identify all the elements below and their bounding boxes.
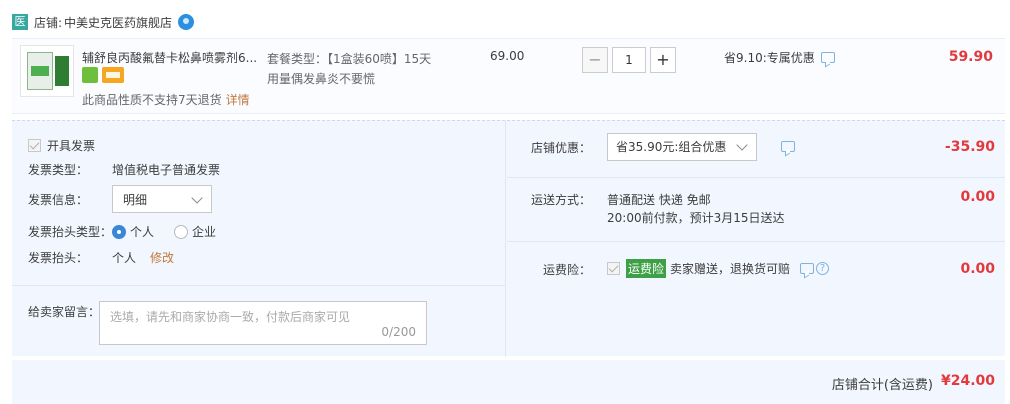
- invoice-type-label: 发票类型：: [28, 163, 89, 177]
- sku-line-2: 用量偶发鼻炎不要慌: [267, 72, 376, 86]
- chevron-down-icon: [191, 192, 203, 204]
- sku-info: 套餐类型：【1盒装60喷】15天 用量偶发鼻炎不要慌: [267, 49, 431, 89]
- divider: [507, 241, 1005, 242]
- invoice-checkbox-row[interactable]: 开具发票: [28, 137, 95, 154]
- invoice-info-row: 发票信息： 明细: [28, 185, 212, 213]
- invoice-header-type-row: 发票抬头类型： 个人 企业: [28, 223, 236, 240]
- invoice-panel: 开具发票 发票类型： 增值税电子普通发票 发票信息： 明细 发票抬头类型： 个人…: [12, 121, 505, 357]
- invoice-header-type-label: 发票抬头类型：: [28, 225, 113, 239]
- memo-label: 给卖家留言：: [28, 305, 101, 319]
- store-total-bar: 店铺合计(含运费) ¥24.00: [12, 360, 1005, 404]
- insurance-label: 运费险：: [543, 263, 592, 277]
- invoice-checkbox[interactable]: [28, 139, 41, 152]
- sku-line-1: 套餐类型：【1盒装60喷】15天: [267, 52, 432, 66]
- return-policy-note: 此商品性质不支持7天退货 详情: [82, 91, 250, 108]
- comment-icon[interactable]: [781, 141, 795, 152]
- item-saving: 省9.10:专属优惠: [724, 49, 835, 66]
- quantity-stepper: − 1 +: [582, 47, 676, 73]
- invoice-edit-link[interactable]: 修改: [150, 249, 174, 266]
- return-policy-details-link[interactable]: 详情: [226, 93, 250, 107]
- invoice-header-value: 个人: [112, 251, 137, 265]
- radio-company[interactable]: 企业: [174, 223, 216, 240]
- chat-icon[interactable]: [178, 14, 195, 30]
- return-policy-text: 此商品性质不支持7天退货: [82, 93, 222, 107]
- radio-dot-icon[interactable]: [112, 224, 126, 239]
- help-icon[interactable]: ?: [816, 262, 830, 275]
- invoice-header-label: 发票抬头：: [28, 251, 89, 265]
- divider: [507, 177, 1005, 178]
- store-label: 店铺:: [34, 15, 63, 30]
- service-badge-icon[interactable]: [82, 67, 98, 83]
- invoice-info-select[interactable]: 明细: [112, 185, 212, 213]
- store-discount-amount: -35.90: [944, 139, 995, 155]
- order-options-panel: 开具发票 发票类型： 增值税电子普通发票 发票信息： 明细 发票抬头类型： 个人…: [12, 120, 1005, 357]
- product-badges: [82, 67, 124, 83]
- comment-icon[interactable]: [820, 52, 835, 63]
- memo-char-count: 0/200: [381, 325, 416, 339]
- invoice-info-label: 发票信息：: [28, 192, 89, 207]
- card-badge-icon[interactable]: [102, 67, 124, 83]
- insurance-row: 运费险 卖家赠送，退换货可赔 ?: [607, 259, 830, 278]
- insurance-text: 卖家赠送，退换货可赔: [670, 262, 791, 276]
- item-subtotal: 59.90: [948, 49, 993, 65]
- store-discount-selected: 省35.90元:组合优惠: [616, 140, 727, 154]
- invoice-type-row: 发票类型： 增值税电子普通发票: [28, 161, 220, 178]
- unit-price: 69.00: [490, 49, 525, 63]
- quantity-decrease-button[interactable]: −: [582, 47, 608, 73]
- memo-placeholder: 选填，请先和商家协商一致，付款后商家可见: [110, 310, 351, 324]
- invoice-checkbox-label: 开具发票: [47, 139, 96, 153]
- memo-textarea[interactable]: 选填，请先和商家协商一致，付款后商家可见 0/200: [99, 301, 427, 345]
- quantity-increase-button[interactable]: +: [650, 47, 676, 73]
- radio-personal[interactable]: 个人: [112, 223, 154, 240]
- product-image-label: [31, 66, 49, 76]
- order-item-row: 辅舒良丙酸氟替卡松鼻喷雾剂6... 此商品性质不支持7天退货 详情 套餐类型：【1…: [12, 38, 1005, 114]
- quantity-input[interactable]: 1: [612, 47, 646, 73]
- item-saving-text: 省9.10:专属优惠: [724, 51, 815, 65]
- order-summary-panel: 店铺优惠： 省35.90元:组合优惠 -35.90 运送方式： 普通配送 快递 …: [507, 121, 1005, 357]
- insurance-amount: 0.00: [960, 261, 995, 277]
- product-title-link[interactable]: 辅舒良丙酸氟替卡松鼻喷雾剂6...: [82, 49, 262, 66]
- invoice-info-selected: 明细: [123, 192, 148, 207]
- invoice-header-row: 发票抬头： 个人 修改: [28, 249, 174, 266]
- store-total-label: 店铺合计(含运费): [831, 378, 933, 393]
- shipping-eta: 20:00前付款，预计3月15日送达: [607, 211, 785, 225]
- store-type-icon: 医: [12, 14, 28, 30]
- comment-icon[interactable]: [800, 263, 815, 274]
- store-header: 医 店铺: 中美史克医药旗舰店: [12, 12, 195, 32]
- product-thumbnail[interactable]: [20, 45, 74, 97]
- shipping-label: 运送方式：: [531, 193, 592, 207]
- chevron-down-icon: [736, 139, 748, 151]
- insurance-checkbox[interactable]: [607, 262, 620, 275]
- radio-dot-icon[interactable]: [174, 224, 189, 239]
- store-discount-select[interactable]: 省35.90元:组合优惠: [607, 133, 757, 161]
- store-name-link[interactable]: 中美史克医药旗舰店: [64, 14, 172, 31]
- shipping-method: 普通配送 快递 免邮: [607, 193, 711, 207]
- product-image-bottle: [55, 56, 69, 86]
- invoice-type-value: 增值税电子普通发票: [112, 163, 221, 177]
- shipping-amount: 0.00: [960, 189, 995, 205]
- divider: [505, 121, 506, 357]
- insurance-tag: 运费险: [626, 259, 667, 278]
- store-total-amount: ¥24.00: [940, 373, 995, 389]
- radio-company-label: 企业: [192, 225, 217, 239]
- divider: [12, 285, 505, 286]
- store-discount-label: 店铺优惠：: [531, 141, 592, 155]
- radio-personal-label: 个人: [130, 225, 155, 239]
